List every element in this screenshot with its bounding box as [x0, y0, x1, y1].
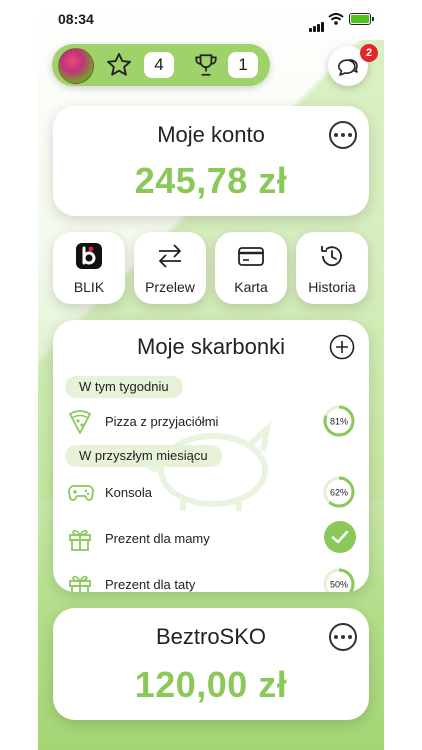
section-next-month: W przyszłym miesiącu	[65, 445, 222, 467]
goal-name: Prezent dla taty	[105, 577, 196, 592]
gift-icon	[69, 529, 91, 551]
messages-badge: 2	[360, 44, 378, 62]
account-card[interactable]: Moje konto 245,78 zł	[53, 106, 369, 216]
progress-label: 81%	[330, 417, 348, 427]
phone-screen: 08:34 4 1 2 Moje konto 245,78 zł BLIK Pr…	[38, 0, 384, 750]
beztrosko-balance: 120,00 zł	[134, 664, 288, 705]
trophy-icon	[195, 54, 217, 76]
wifi-icon	[328, 13, 344, 25]
goal-name: Pizza z przyjaciółmi	[105, 414, 219, 429]
action-card[interactable]: Karta	[215, 232, 287, 304]
profile-summary[interactable]: 4 1	[52, 44, 270, 86]
action-label: Historia	[308, 279, 356, 295]
status-time: 08:34	[58, 11, 94, 27]
pizza-icon	[69, 410, 91, 434]
action-label: Karta	[234, 279, 268, 295]
gift-icon	[69, 575, 91, 592]
goals-title: Moje skarbonki	[137, 334, 285, 359]
trophies-count: 1	[228, 52, 258, 78]
completed-check-icon	[324, 521, 356, 553]
card-icon	[238, 247, 264, 266]
action-history[interactable]: Historia	[296, 232, 368, 304]
section-this-week: W tym tygodniu	[65, 376, 183, 398]
signal-icon	[309, 14, 325, 32]
add-goal-button[interactable]	[329, 334, 355, 360]
account-more-button[interactable]	[329, 121, 357, 149]
beztrosko-title: BeztroSKO	[155, 624, 267, 649]
goal-item[interactable]: Prezent dla taty 50%	[53, 568, 369, 592]
beztrosko-card[interactable]: BeztroSKO 120,00 zł	[53, 608, 369, 720]
stars-count: 4	[144, 52, 174, 78]
action-label: BLIK	[73, 279, 105, 295]
action-blik[interactable]: BLIK	[53, 232, 125, 304]
account-balance: 245,78 zł	[134, 160, 288, 201]
history-icon	[321, 246, 342, 267]
action-label: Przelew	[145, 279, 195, 295]
star-icon	[107, 52, 131, 76]
action-transfer[interactable]: Przelew	[134, 232, 206, 304]
progress-ring: 62%	[323, 476, 355, 508]
blik-icon	[76, 243, 102, 269]
avatar[interactable]	[58, 48, 94, 84]
beztrosko-more-button[interactable]	[329, 623, 357, 651]
chat-icon	[338, 59, 358, 76]
status-bar: 08:34	[38, 0, 384, 38]
progress-ring: 50%	[323, 568, 355, 592]
goals-card: Moje skarbonki W tym tygodniu Pizza z pr…	[53, 320, 369, 592]
goal-item[interactable]: Konsola 62%	[53, 476, 369, 510]
account-title: Moje konto	[157, 122, 265, 147]
goal-item[interactable]: Prezent dla mamy	[53, 521, 369, 556]
goal-name: Konsola	[105, 485, 152, 500]
goal-item[interactable]: Pizza z przyjaciółmi 81%	[53, 405, 369, 439]
gamepad-icon	[68, 485, 94, 501]
transfer-icon	[159, 244, 181, 268]
goal-name: Prezent dla mamy	[105, 531, 210, 546]
progress-label: 62%	[330, 488, 348, 498]
progress-ring: 81%	[323, 405, 355, 437]
progress-label: 50%	[330, 580, 348, 590]
battery-icon	[349, 13, 374, 25]
